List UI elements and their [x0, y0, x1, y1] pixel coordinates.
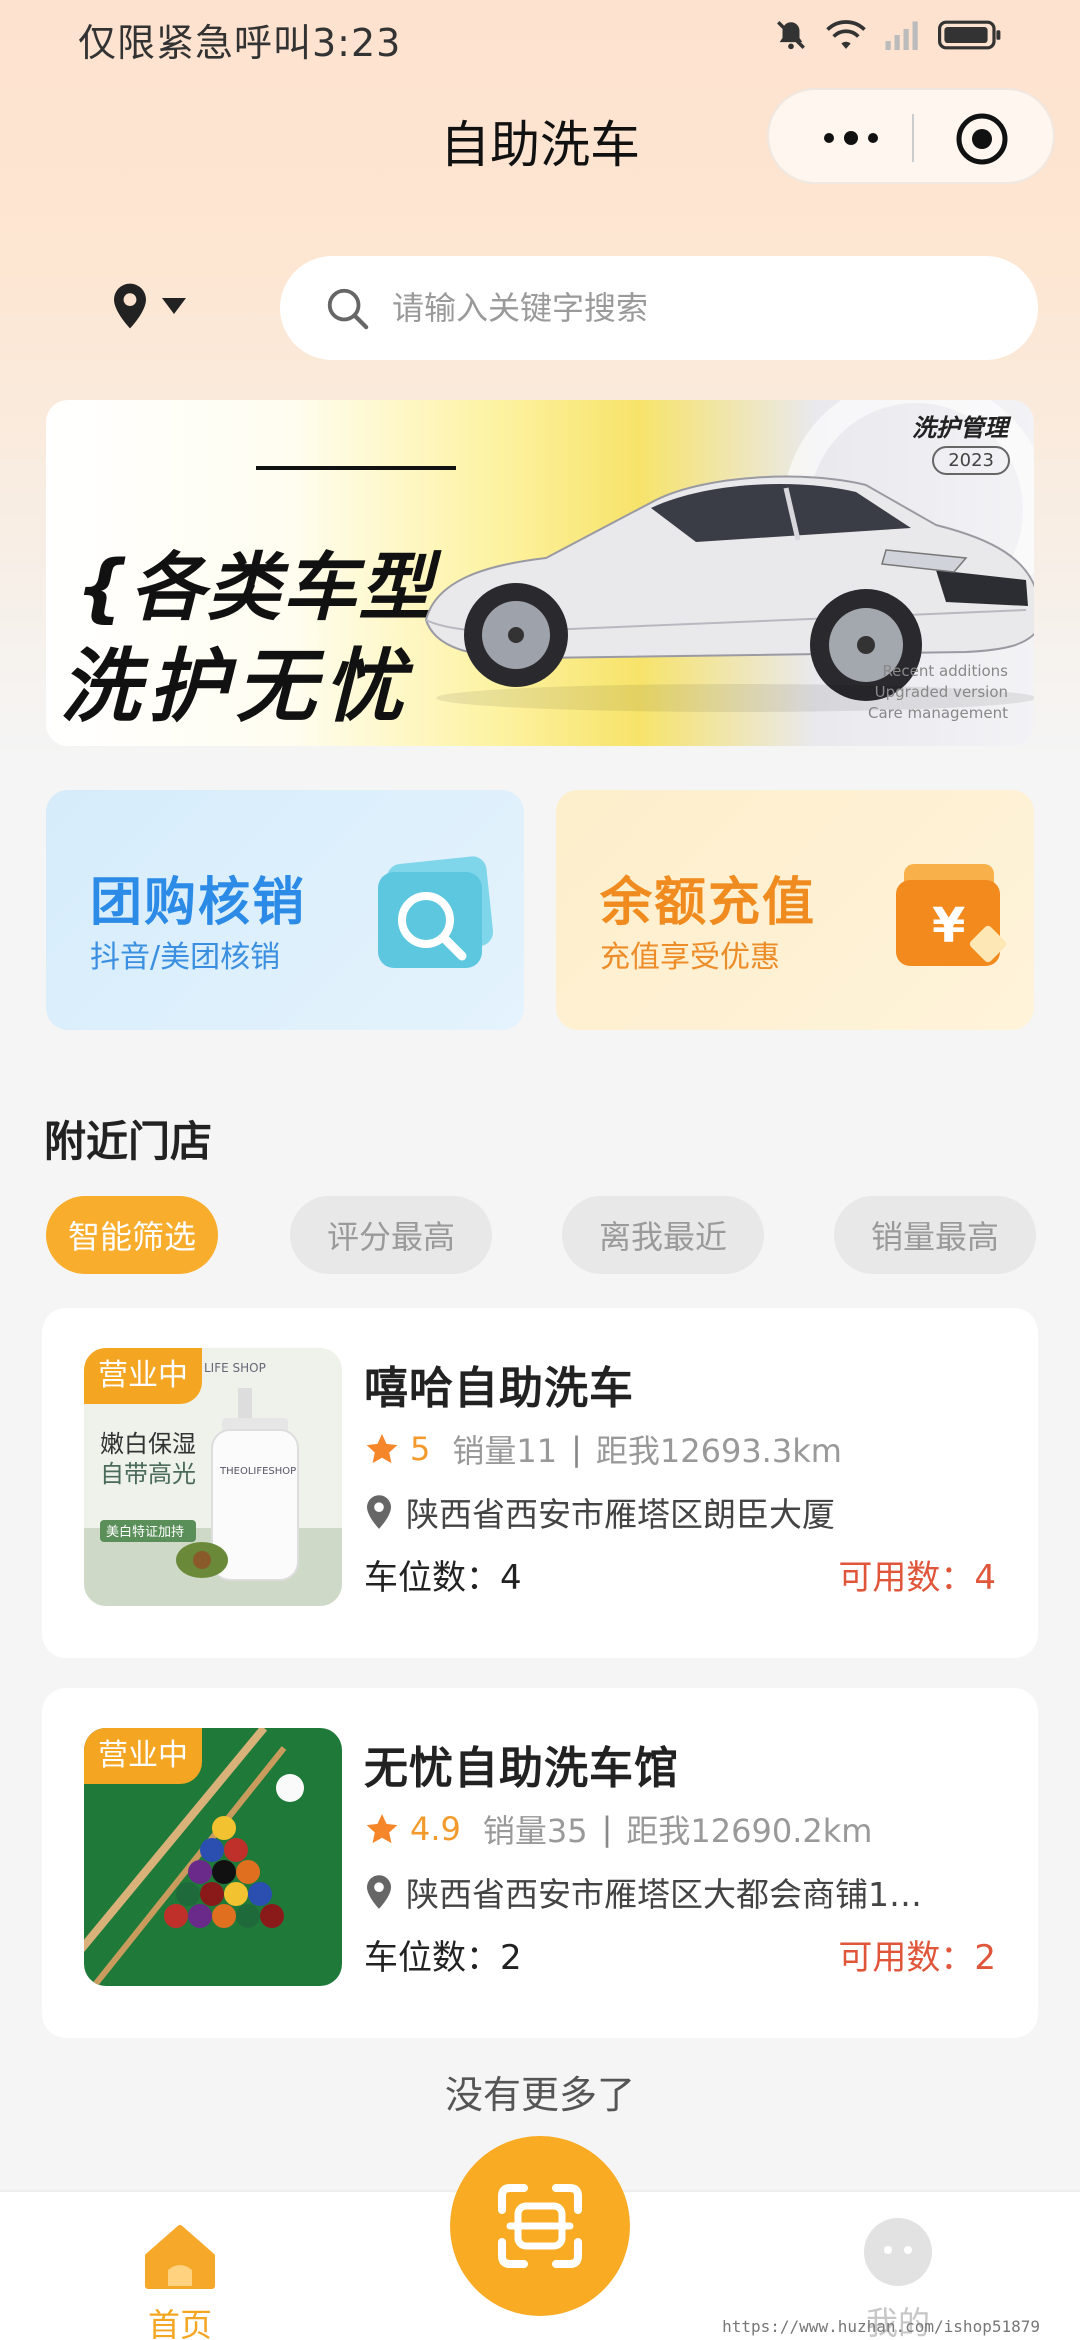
capsule-divider — [912, 114, 914, 162]
balance-recharge-card[interactable]: 余额充值 充值享受优惠 ¥ — [556, 790, 1034, 1030]
status-icons — [774, 18, 1002, 52]
search-input[interactable] — [392, 289, 952, 327]
wifi-icon — [826, 20, 866, 49]
location-pin-icon — [114, 283, 146, 329]
store-filter-bar: 智能筛选 评分最高 离我最近 销量最高 — [46, 1196, 1036, 1274]
wallet-yen-icon: ¥ — [896, 864, 1007, 966]
location-pin-icon — [367, 1875, 391, 1909]
card-subtitle: 抖音/美团核销 — [90, 940, 281, 975]
search-icon — [327, 288, 369, 330]
card-title: 团购核销 — [90, 873, 307, 933]
miniprogram-capsule — [767, 88, 1055, 184]
banner-year-badge: 2023 — [932, 446, 1010, 475]
filter-smart[interactable]: 智能筛选 — [46, 1196, 218, 1274]
star-icon — [366, 1814, 398, 1844]
banner-headline: {各类车型 — [76, 545, 435, 631]
location-pin-icon — [367, 1495, 391, 1529]
store-name: 无忧自助洗车馆 — [364, 1743, 679, 1794]
banner-caption-line: Care management — [868, 704, 1008, 722]
store-available-spots: 可用数：2 — [838, 1938, 996, 1978]
battery-icon — [938, 20, 1001, 50]
banner-subheadline: 洗护无忧 — [60, 640, 412, 733]
store-address-text: 陕西省西安市雁塔区大都会商铺1… — [406, 1875, 922, 1914]
product-slogan-line: 自带高光 — [100, 1460, 196, 1488]
store-address: 陕西省西安市雁塔区朗臣大厦 — [364, 1488, 835, 1536]
nearby-stores-title: 附近门店 — [44, 1117, 213, 1166]
card-subtitle: 充值享受优惠 — [600, 940, 780, 975]
store-distance: 距我12693.3km — [595, 1432, 842, 1470]
location-selector[interactable] — [110, 282, 188, 330]
mute-bell-icon — [777, 21, 805, 50]
status-text: 仅限紧急呼叫3:23 — [78, 21, 402, 65]
caret-down-icon — [162, 298, 186, 314]
card-title: 余额充值 — [600, 873, 817, 933]
store-meta: 5 销量11 | 距我12693.3km — [364, 1426, 842, 1472]
filter-best-selling[interactable]: 销量最高 — [834, 1196, 1036, 1274]
store-address-text: 陕西省西安市雁塔区朗臣大厦 — [406, 1495, 835, 1534]
tab-home-label: 首页 — [147, 2306, 212, 2340]
tab-home[interactable]: 首页 — [130, 2222, 230, 2340]
product-slogan-line: 嫩白保湿 — [100, 1430, 196, 1458]
store-parking-spots: 车位数：2 — [364, 1938, 522, 1978]
watermark: https://www.huzhan.com/ishop51879 — [722, 2317, 1040, 2336]
signal-icon — [885, 21, 918, 50]
store-name: 嘻哈自助洗车 — [364, 1363, 634, 1414]
store-available-spots: 可用数：4 — [838, 1558, 996, 1598]
close-miniprogram-button[interactable] — [955, 112, 1009, 166]
promo-banner[interactable]: {各类车型 洗护无忧 洗护管理 2023 Recent additions Up… — [46, 400, 1034, 746]
store-score: 4.9 — [410, 1810, 461, 1848]
scan-icon — [498, 2184, 582, 2268]
scan-button[interactable] — [450, 2136, 630, 2316]
store-card[interactable]: 营业中 无忧自助洗车馆 4.9 销量35 | 距我12690.2km 陕西省西安… — [42, 1688, 1038, 2038]
store-image: 营业中 — [84, 1728, 342, 1986]
store-address: 陕西省西安市雁塔区大都会商铺1… — [364, 1868, 922, 1916]
search-bag-icon — [378, 856, 494, 968]
more-button[interactable] — [811, 118, 891, 158]
open-status-badge: 营业中 — [84, 1728, 202, 1784]
meta-separator: | — [601, 1810, 613, 1848]
meta-separator: | — [571, 1430, 582, 1468]
home-icon — [145, 2225, 215, 2289]
store-card[interactable]: LIFE SHOP 嫩白保湿 自带高光 美白特证加持 THEOLIFESHOP … — [42, 1308, 1038, 1658]
more-dots-icon — [824, 131, 878, 145]
user-face-icon — [864, 2218, 932, 2286]
store-meta: 4.9 销量35 | 距我12690.2km — [364, 1806, 872, 1852]
store-score: 5 — [410, 1430, 431, 1468]
store-sales: 销量35 — [482, 1812, 588, 1850]
status-bar: 仅限紧急呼叫3:23 — [0, 0, 1080, 80]
product-label-text: THEOLIFESHOP — [219, 1466, 296, 1477]
no-more-text: 没有更多了 — [444, 2073, 635, 2117]
filter-top-rated[interactable]: 评分最高 — [290, 1196, 492, 1274]
open-status-badge: 营业中 — [84, 1348, 202, 1404]
store-image: LIFE SHOP 嫩白保湿 自带高光 美白特证加持 THEOLIFESHOP … — [84, 1348, 342, 1606]
product-tag-text: 美白特证加持 — [106, 1524, 184, 1540]
target-icon — [956, 113, 1008, 165]
star-icon — [366, 1434, 398, 1464]
svg-text:¥: ¥ — [932, 898, 965, 954]
banner-caption: Recent additions Upgraded version Care m… — [868, 661, 1008, 724]
group-buy-verify-card[interactable]: 团购核销 抖音/美团核销 — [46, 790, 524, 1030]
search-bar[interactable] — [280, 256, 1038, 360]
store-sales: 销量11 — [452, 1432, 558, 1470]
banner-caption-line: Upgraded version — [874, 683, 1008, 701]
banner-brand: 洗护管理 — [912, 414, 1008, 442]
store-parking-spots: 车位数：4 — [364, 1558, 522, 1598]
banner-caption-line: Recent additions — [882, 662, 1008, 680]
store-distance: 距我12690.2km — [626, 1812, 873, 1850]
product-brand-text: LIFE SHOP — [204, 1361, 266, 1375]
filter-nearest[interactable]: 离我最近 — [562, 1196, 764, 1274]
